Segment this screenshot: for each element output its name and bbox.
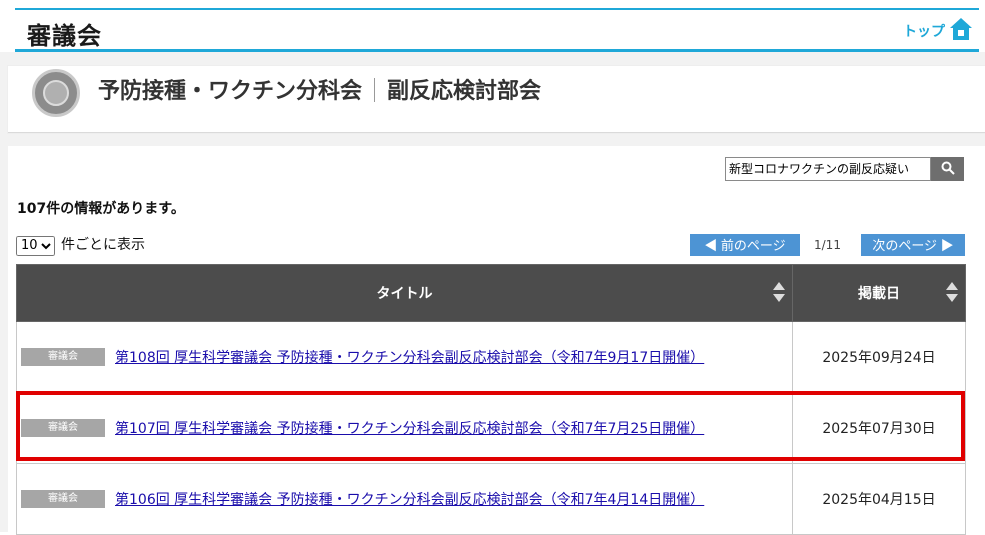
page-indicator: 1/11 (814, 238, 841, 252)
table-row: 審議会 第106回 厚生科学審議会 予防接種・ワクチン分科会副反応検討部会（令和7… (16, 463, 966, 535)
title-column-label: タイトル (376, 286, 433, 302)
result-count: 107件の情報があります。 (17, 201, 185, 217)
meeting-link[interactable]: 第106回 厚生科学審議会 予防接種・ワクチン分科会副反応検討部会（令和7年4月… (115, 492, 704, 508)
prev-page-button[interactable]: ◀ 前のページ (690, 234, 800, 256)
section-title-main: 予防接種・ワクチン分科会 (98, 79, 363, 104)
meeting-link[interactable]: 第108回 厚生科学審議会 予防接種・ワクチン分科会副反応検討部会（令和7年9月… (115, 350, 704, 366)
sort-icon[interactable] (945, 281, 959, 303)
per-page-control: 10 件ごとに表示 (16, 234, 145, 256)
search-icon (941, 161, 955, 175)
search-input[interactable]: 新型コロナワクチンの副反応疑い (725, 157, 931, 181)
table-header-row: タイトル 掲載日 (16, 264, 966, 322)
table-row: 審議会 第107回 厚生科学審議会 予防接種・ワクチン分科会副反応検討部会（令和7… (16, 392, 966, 464)
title-cell: 審議会 第107回 厚生科学審議会 予防接種・ワクチン分科会副反応検討部会（令和7… (16, 392, 793, 464)
category-badge: 審議会 (21, 419, 105, 437)
site-header: 審議会 トップ (15, 8, 979, 52)
meeting-link[interactable]: 第107回 厚生科学審議会 予防接種・ワクチン分科会副反応検討部会（令和7年7月… (115, 421, 704, 437)
next-page-button[interactable]: 次のページ ▶ (861, 234, 965, 256)
home-icon[interactable] (949, 17, 973, 41)
top-link[interactable]: トップ (903, 21, 945, 41)
section-title-sub: 副反応検討部会 (387, 79, 542, 104)
section-circle-icon (32, 69, 80, 117)
results-table: タイトル 掲載日 審議会 第108回 厚生科学審議会 予防接種・ワクチン分科会副反… (16, 264, 966, 535)
results-content: 新型コロナワクチンの副反応疑い 107件の情報があります。 10 件ごとに表示 … (8, 146, 985, 535)
table-row: 審議会 第108回 厚生科学審議会 予防接種・ワクチン分科会副反応検討部会（令和7… (16, 321, 966, 393)
title-cell: 審議会 第108回 厚生科学審議会 予防接種・ワクチン分科会副反応検討部会（令和7… (16, 321, 793, 393)
search-box: 新型コロナワクチンの副反応疑い (725, 157, 965, 181)
section-header-panel: 予防接種・ワクチン分科会 副反応検討部会 (8, 66, 985, 133)
per-page-select[interactable]: 10 (16, 235, 55, 256)
title-cell: 審議会 第106回 厚生科学審議会 予防接種・ワクチン分科会副反応検討部会（令和7… (16, 463, 793, 535)
category-badge: 審議会 (21, 348, 105, 366)
date-cell: 2025年04月15日 (792, 463, 966, 535)
date-cell: 2025年09月24日 (792, 321, 966, 393)
site-title: 審議会 (27, 22, 102, 50)
sort-icon[interactable] (772, 281, 786, 303)
section-title: 予防接種・ワクチン分科会 副反応検討部会 (98, 73, 541, 105)
title-divider (374, 78, 376, 102)
date-column-header[interactable]: 掲載日 (792, 264, 966, 322)
search-button[interactable] (931, 157, 964, 181)
per-page-label: 件ごとに表示 (61, 237, 145, 253)
date-column-label: 掲載日 (858, 286, 900, 302)
category-badge: 審議会 (21, 490, 105, 508)
date-cell: 2025年07月30日 (792, 392, 966, 464)
title-column-header[interactable]: タイトル (16, 264, 793, 322)
